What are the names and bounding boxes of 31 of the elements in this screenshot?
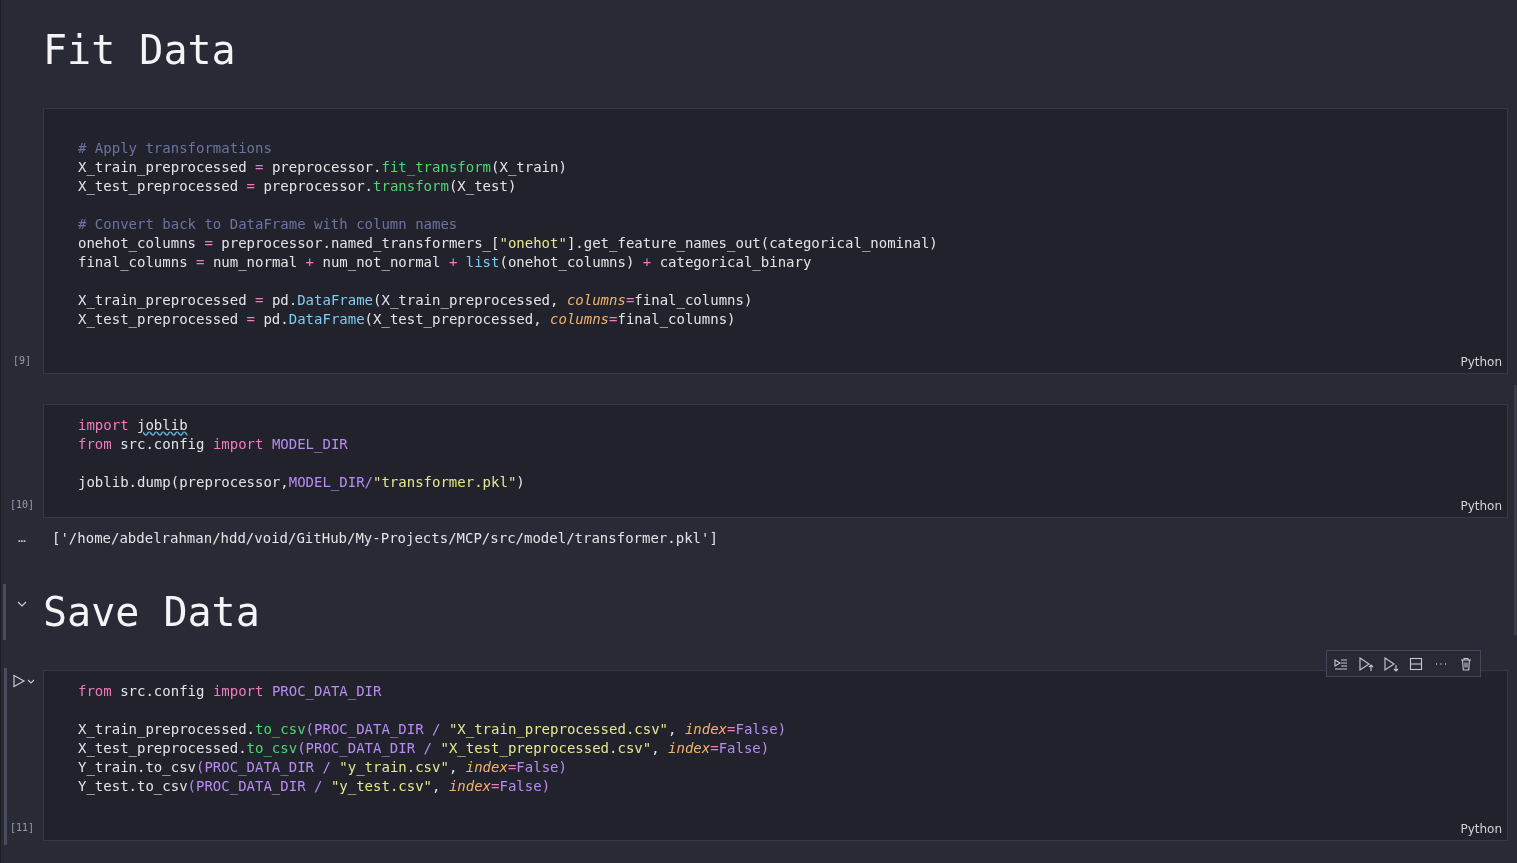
heading: Save Data bbox=[43, 592, 260, 632]
execution-count: [11] bbox=[9, 821, 35, 835]
run-cell-icon[interactable] bbox=[12, 674, 26, 688]
code-line: final_columns = num_normal + num_not_normal + list(onehot_columns) + categorical_binary bbox=[78, 253, 812, 272]
run-below-icon[interactable] bbox=[1383, 655, 1399, 672]
code-line: X_train_preprocessed = preprocessor.fit_transform(X_train) bbox=[78, 158, 567, 177]
output-menu[interactable]: … bbox=[1, 528, 43, 548]
execution-count: [10] bbox=[9, 498, 35, 512]
code-line: # Apply transformations bbox=[78, 139, 272, 158]
execution-count: [9] bbox=[12, 354, 32, 368]
heading: Fit Data bbox=[43, 30, 236, 70]
code-line: from src.config import PROC_DATA_DIR bbox=[78, 682, 382, 701]
code-line: X_train_preprocessed.to_csv(PROC_DATA_DIR / "X_train_preprocessed.csv", index=False) bbox=[78, 720, 787, 739]
run-above-icon[interactable] bbox=[1358, 655, 1374, 672]
code-line: X_test_preprocessed = preprocessor.transform(X_test) bbox=[78, 177, 517, 196]
code-line: onehot_columns = preprocessor.named_transformers_["onehot"].get_feature_names_out(categorical_nominal) bbox=[78, 234, 938, 253]
code-line: from src.config import MODEL_DIR bbox=[78, 435, 348, 454]
language-label[interactable]: Python bbox=[1460, 356, 1502, 369]
code-line: # Convert back to DataFrame with column names bbox=[78, 215, 458, 234]
code-line: joblib.dump(preprocessor,MODEL_DIR/"transformer.pkl") bbox=[78, 473, 525, 492]
delete-icon[interactable] bbox=[1458, 655, 1474, 672]
code-line: X_train_preprocessed = pd.DataFrame(X_train_preprocessed, columns=final_columns) bbox=[78, 291, 753, 310]
code-line: Y_train.to_csv(PROC_DATA_DIR / "y_train.csv", index=False) bbox=[78, 758, 567, 777]
split-cell-icon[interactable] bbox=[1408, 655, 1424, 672]
code-line: import joblib bbox=[78, 416, 188, 435]
language-label[interactable]: Python bbox=[1460, 500, 1502, 513]
cell-output: ['/home/abdelrahman/hdd/void/GitHub/My-Projects/MCP/src/model/transformer.pkl'] bbox=[52, 528, 718, 548]
code-line: X_test_preprocessed.to_csv(PROC_DATA_DIR / "X_test_preprocessed.csv", index=False) bbox=[78, 739, 770, 758]
language-label[interactable]: Python bbox=[1460, 823, 1502, 836]
code-line: X_test_preprocessed = pd.DataFrame(X_test_preprocessed, columns=final_columns) bbox=[78, 310, 736, 329]
code-line: Y_test.to_csv(PROC_DATA_DIR / "y_test.csv", index=False) bbox=[78, 777, 551, 796]
